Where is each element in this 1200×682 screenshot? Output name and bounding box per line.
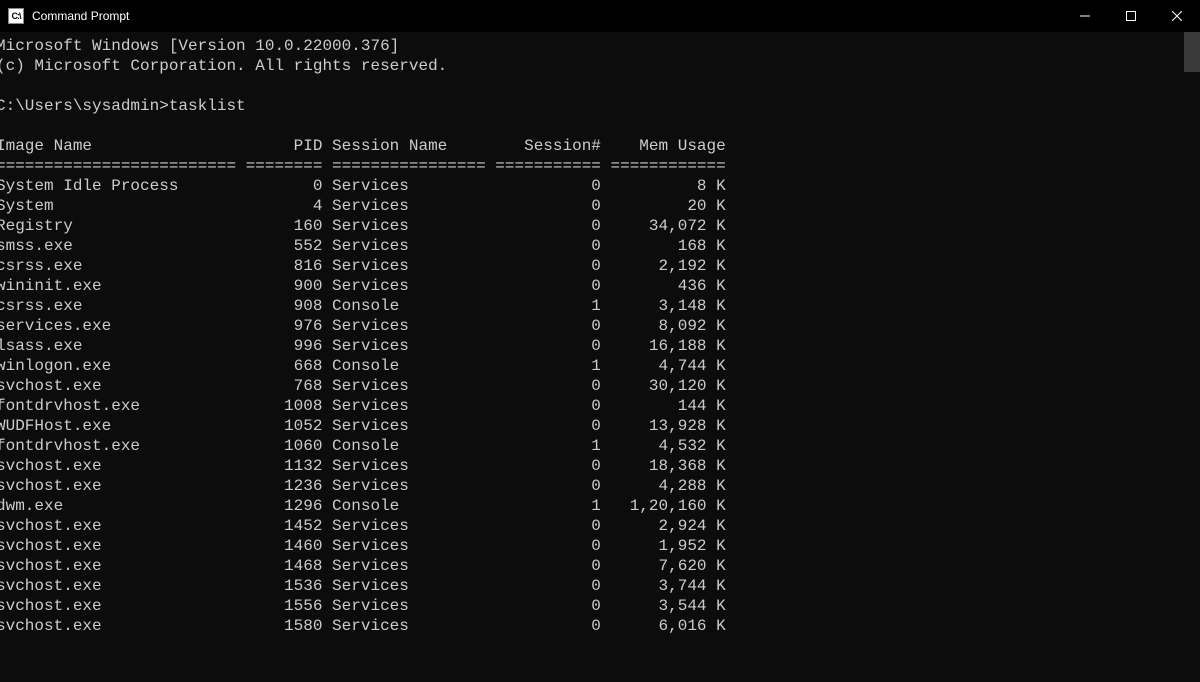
vertical-scrollbar-thumb[interactable] [1184,32,1200,72]
cmd-icon: C:\ [8,8,24,24]
titlebar-left: C:\ Command Prompt [8,8,129,24]
window-titlebar[interactable]: C:\ Command Prompt [0,0,1200,32]
vertical-scrollbar-track[interactable] [1184,32,1200,682]
maximize-button[interactable] [1108,0,1154,32]
minimize-button[interactable] [1062,0,1108,32]
close-button[interactable] [1154,0,1200,32]
terminal-output[interactable]: Microsoft Windows [Version 10.0.22000.37… [0,32,1200,636]
window-controls [1062,0,1200,32]
window-title: Command Prompt [32,9,129,23]
